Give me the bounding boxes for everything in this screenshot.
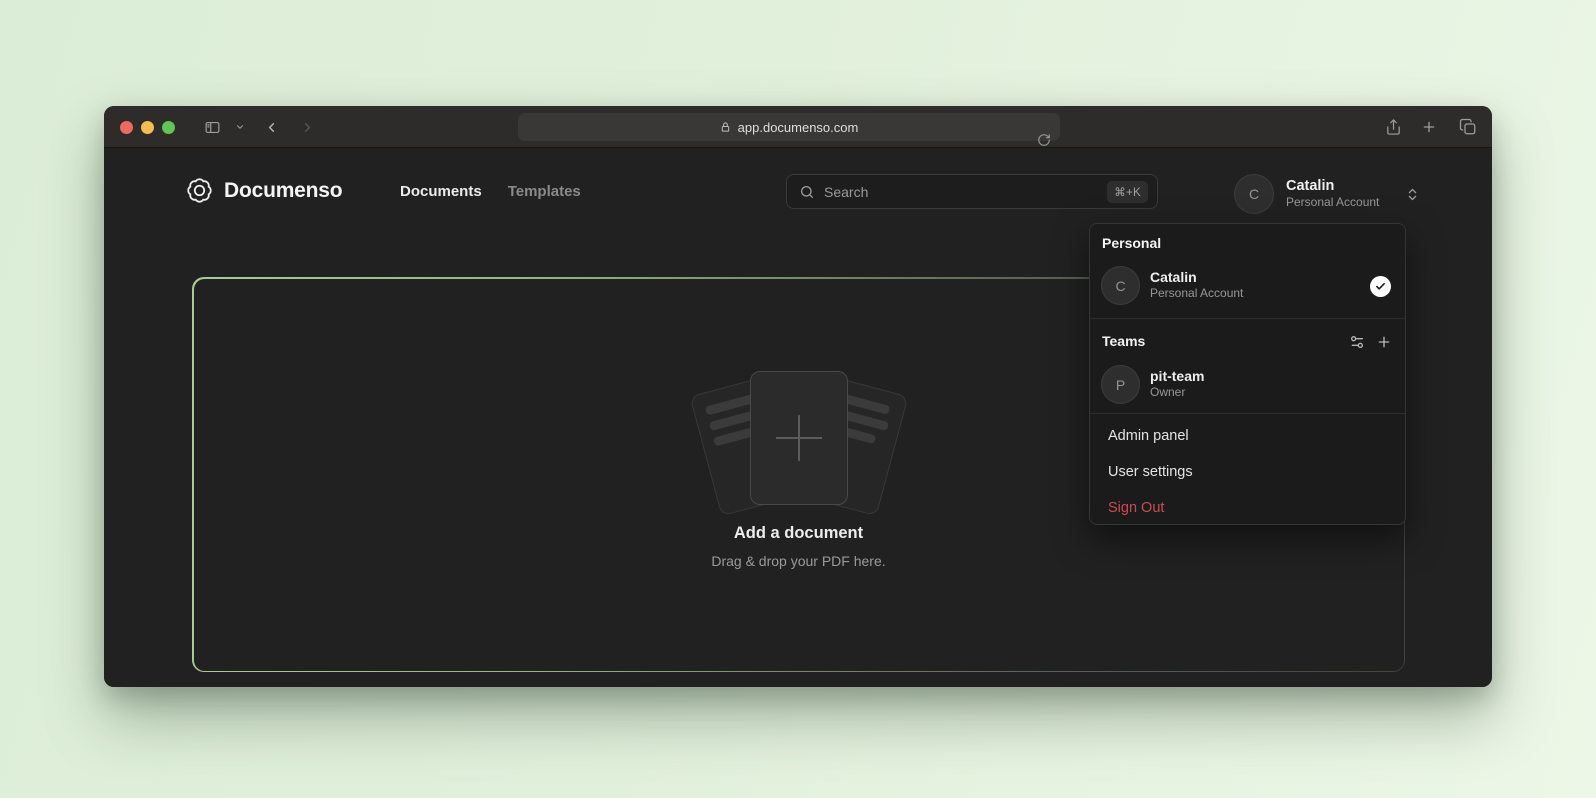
- account-name: Catalin: [1286, 178, 1379, 195]
- forward-button[interactable]: [295, 106, 319, 148]
- tab-overview-icon[interactable]: [1456, 106, 1480, 148]
- app-content: Documenso Documents Templates Search ⌘+K…: [104, 148, 1492, 687]
- dropzone-title: Add a document: [194, 524, 1404, 543]
- manage-teams-icon[interactable]: [1349, 334, 1365, 350]
- search-placeholder: Search: [824, 184, 1098, 200]
- back-button[interactable]: [259, 106, 283, 148]
- search-shortcut-badge: ⌘+K: [1107, 181, 1148, 203]
- sidebar-chevron-down-icon[interactable]: [232, 106, 248, 148]
- documenso-logo-icon: [186, 177, 213, 204]
- avatar: C: [1234, 174, 1274, 214]
- team-name: pit-team: [1150, 368, 1204, 386]
- dropzone-subtitle: Drag & drop your PDF here.: [194, 553, 1404, 569]
- menu-item-sign-out[interactable]: Sign Out: [1108, 500, 1164, 516]
- avatar: P: [1101, 365, 1140, 404]
- divider: [1090, 413, 1405, 414]
- account-switcher-text: Catalin Personal Account: [1286, 178, 1379, 211]
- personal-account-item[interactable]: C Catalin Personal Account: [1101, 266, 1391, 305]
- team-item[interactable]: P pit-team Owner: [1101, 365, 1391, 404]
- sidebar-toggle-icon[interactable]: [200, 106, 224, 148]
- nav-documents[interactable]: Documents: [400, 183, 482, 200]
- zoom-window-button[interactable]: [162, 121, 175, 134]
- avatar: C: [1101, 266, 1140, 305]
- chevrons-up-down-icon: [1405, 187, 1420, 202]
- document-stack-illustration: [698, 371, 900, 511]
- personal-section-label: Personal: [1102, 235, 1161, 251]
- account-switcher-button[interactable]: C Catalin Personal Account: [1234, 174, 1420, 214]
- teams-section-label: Teams: [1102, 333, 1145, 349]
- brand[interactable]: Documenso: [186, 177, 342, 204]
- create-team-plus-icon[interactable]: [1376, 334, 1392, 350]
- desktop-background: app.documenso.com: [0, 0, 1596, 798]
- main-nav: Documents Templates: [400, 183, 581, 200]
- personal-account-name: Catalin: [1150, 269, 1243, 287]
- browser-toolbar: app.documenso.com: [104, 106, 1492, 148]
- close-window-button[interactable]: [120, 121, 133, 134]
- account-subtitle: Personal Account: [1286, 195, 1379, 211]
- divider: [1090, 318, 1405, 319]
- lock-icon: [720, 121, 731, 133]
- address-text: app.documenso.com: [738, 120, 859, 135]
- nav-templates[interactable]: Templates: [508, 183, 581, 200]
- brand-name: Documenso: [224, 179, 342, 203]
- search-icon: [799, 184, 815, 200]
- account-menu: Personal C Catalin Personal Account Team…: [1089, 223, 1406, 525]
- minimize-window-button[interactable]: [141, 121, 154, 134]
- share-icon[interactable]: [1382, 106, 1404, 148]
- personal-account-subtitle: Personal Account: [1150, 286, 1243, 302]
- menu-item-user-settings[interactable]: User settings: [1108, 464, 1193, 480]
- search-input[interactable]: Search ⌘+K: [786, 174, 1158, 209]
- teams-actions: [1349, 334, 1392, 350]
- selected-check-icon: [1370, 276, 1391, 297]
- browser-window: app.documenso.com: [104, 106, 1492, 687]
- address-bar[interactable]: app.documenso.com: [518, 113, 1060, 141]
- menu-item-admin-panel[interactable]: Admin panel: [1108, 428, 1189, 444]
- add-document-card-plus-icon: [750, 371, 848, 505]
- traffic-lights: [120, 121, 175, 134]
- team-role: Owner: [1150, 385, 1204, 401]
- new-tab-icon[interactable]: [1418, 106, 1440, 148]
